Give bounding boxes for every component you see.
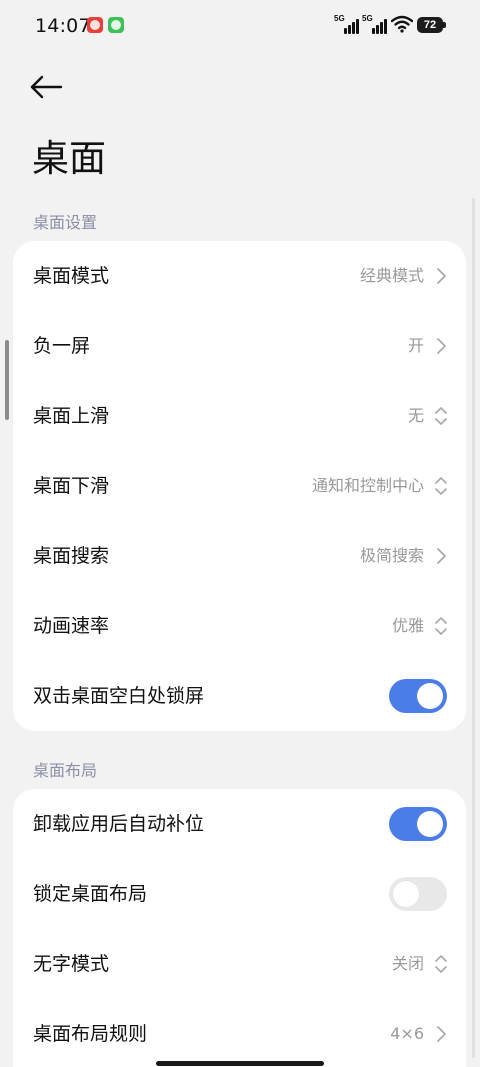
wechat-notification-icon <box>108 17 124 33</box>
chevron-right-icon <box>437 1026 446 1042</box>
status-bar: 14:07 5G 5G 72 <box>0 0 480 52</box>
chevron-updown-icon <box>435 955 447 973</box>
section-label-desktop-settings: 桌面设置 <box>33 213 98 232</box>
row-label: 双击桌面空白处锁屏 <box>33 685 205 707</box>
row-swipe-up[interactable]: 桌面上滑 无 <box>13 381 466 451</box>
row-desktop-search[interactable]: 桌面搜索 极简搜索 <box>13 521 466 591</box>
row-label: 卸载应用后自动补位 <box>33 813 205 835</box>
double-tap-lock-toggle[interactable] <box>389 679 447 713</box>
desktop-layout-card: 卸载应用后自动补位 锁定桌面布局 无字模式 关闭 桌面布局规则 4×6 <box>13 789 466 1067</box>
chevron-updown-icon <box>435 617 447 635</box>
wifi-icon <box>391 15 413 33</box>
row-label: 桌面模式 <box>33 265 110 287</box>
home-indicator[interactable] <box>156 1061 324 1066</box>
row-label: 桌面上滑 <box>33 405 110 427</box>
battery-tip <box>443 22 446 28</box>
row-label: 无字模式 <box>33 953 110 975</box>
arrow-left-icon <box>30 75 63 99</box>
section-label-desktop-layout: 桌面布局 <box>33 761 98 780</box>
row-layout-rules[interactable]: 桌面布局规则 4×6 <box>13 999 466 1067</box>
row-label: 负一屏 <box>33 335 91 357</box>
chevron-right-icon <box>437 548 446 564</box>
row-label: 桌面布局规则 <box>33 1023 148 1045</box>
lock-layout-toggle[interactable] <box>389 877 447 911</box>
row-double-tap-lock[interactable]: 双击桌面空白处锁屏 <box>13 661 466 731</box>
row-label: 动画速率 <box>33 615 110 637</box>
chevron-right-icon <box>437 268 446 284</box>
toggle-knob <box>417 811 443 837</box>
row-value: 极简搜索 <box>359 546 424 565</box>
chevron-updown-icon <box>435 477 447 495</box>
row-auto-fill-after-uninstall[interactable]: 卸载应用后自动补位 <box>13 789 466 859</box>
row-value: 开 <box>407 336 424 355</box>
row-swipe-down[interactable]: 桌面下滑 通知和控制中心 <box>13 451 466 521</box>
chevron-updown-icon <box>435 407 447 425</box>
row-animation-speed[interactable]: 动画速率 优雅 <box>13 591 466 661</box>
cellular-signal-icon: 5G <box>362 14 388 36</box>
auto-fill-toggle[interactable] <box>389 807 447 841</box>
video-app-notification-icon <box>87 17 103 33</box>
toggle-knob <box>393 881 419 907</box>
row-value: 无 <box>407 406 424 425</box>
row-no-text-mode[interactable]: 无字模式 关闭 <box>13 929 466 999</box>
battery-icon: 72 <box>417 17 443 33</box>
desktop-settings-card: 桌面模式 经典模式 负一屏 开 桌面上滑 无 桌面下滑 通知和控制中心 桌面搜索… <box>13 241 466 731</box>
row-value: 4×6 <box>390 1024 424 1043</box>
scrollbar[interactable] <box>472 198 475 1058</box>
row-value: 经典模式 <box>359 266 424 285</box>
status-time: 14:07 <box>35 15 91 37</box>
row-value: 关闭 <box>391 954 424 973</box>
row-label: 锁定桌面布局 <box>33 883 148 905</box>
screen: 14:07 5G 5G 72 桌面 桌面设置 桌面模式 经典模式 负一屏 开 桌… <box>0 0 480 1067</box>
row-label: 桌面搜索 <box>33 545 110 567</box>
page-title: 桌面 <box>32 137 106 180</box>
row-desktop-mode[interactable]: 桌面模式 经典模式 <box>13 241 466 311</box>
chevron-right-icon <box>437 338 446 354</box>
row-lock-layout[interactable]: 锁定桌面布局 <box>13 859 466 929</box>
row-minus-one-screen[interactable]: 负一屏 开 <box>13 311 466 381</box>
row-value: 通知和控制中心 <box>311 476 424 495</box>
row-label: 桌面下滑 <box>33 475 110 497</box>
toggle-knob <box>417 683 443 709</box>
back-button[interactable] <box>28 70 68 106</box>
row-value: 优雅 <box>391 616 424 635</box>
scroll-indicator-left <box>5 340 9 420</box>
cellular-signal-icon: 5G <box>334 14 359 36</box>
